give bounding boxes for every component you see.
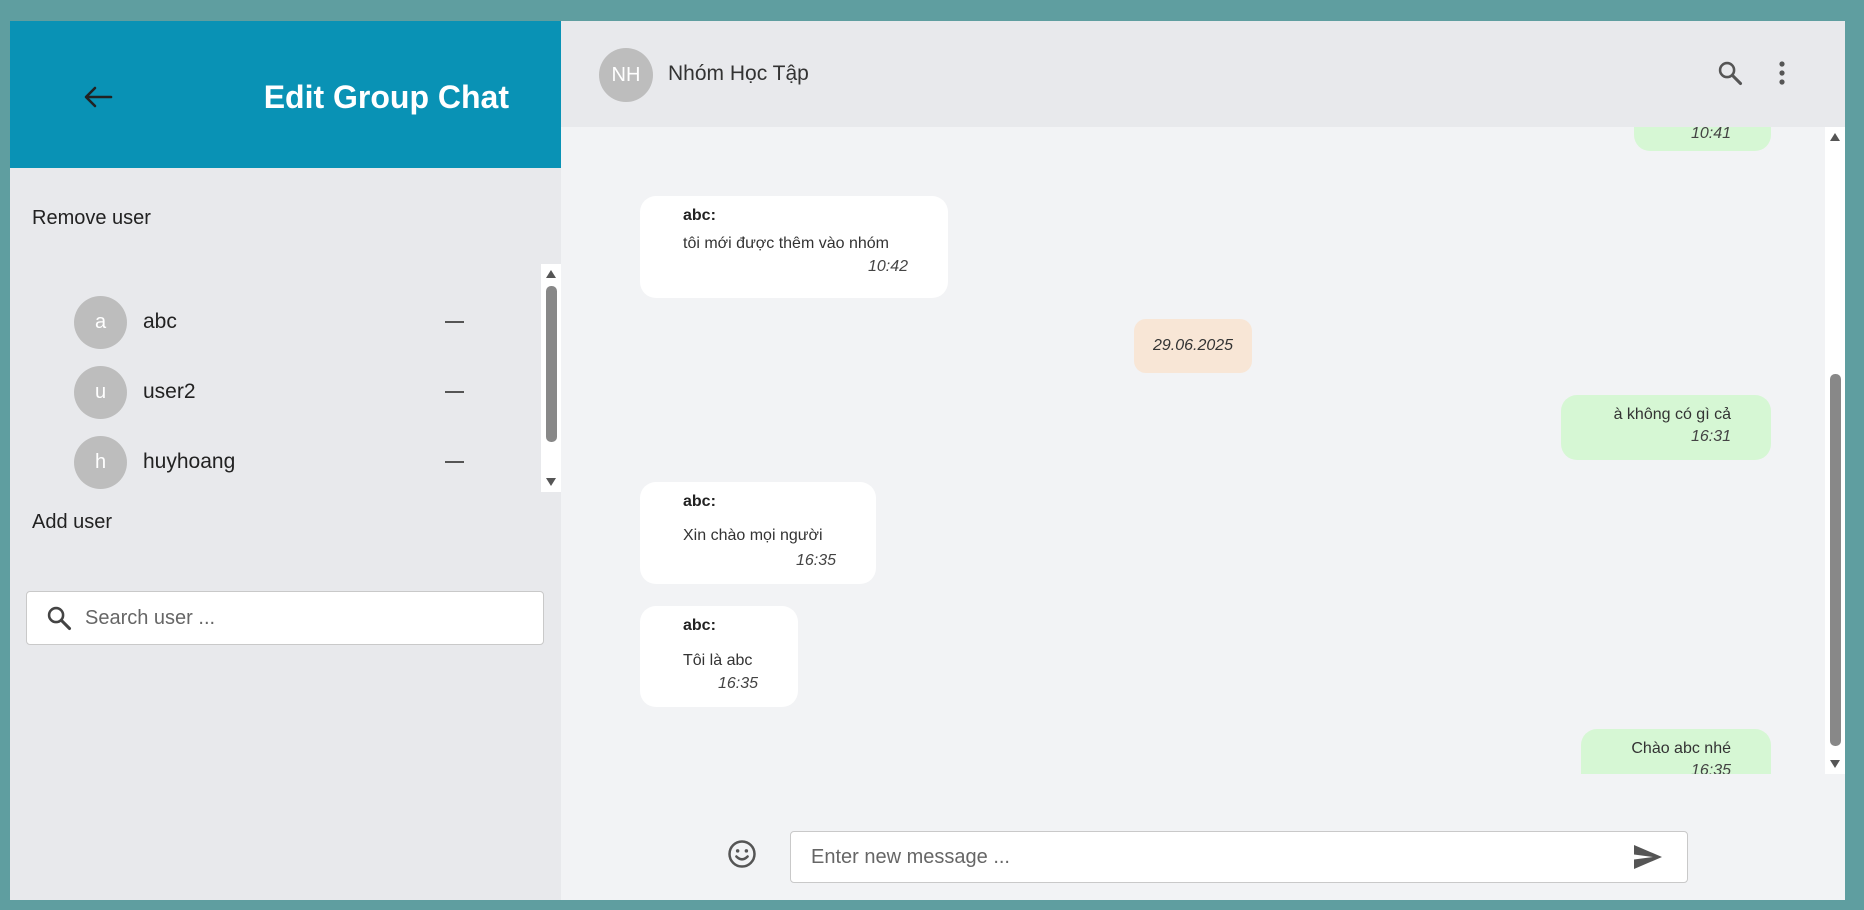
back-button[interactable] bbox=[74, 77, 122, 117]
minus-icon bbox=[444, 321, 464, 323]
member-item-user2: u user2 bbox=[74, 364, 474, 420]
message-text: à không có gì cả bbox=[1613, 406, 1731, 423]
member-name: user2 bbox=[143, 380, 196, 403]
member-list: a abc u user2 h huyhoang bbox=[10, 264, 561, 492]
search-icon bbox=[1718, 61, 1743, 86]
member-item-abc: a abc bbox=[74, 294, 474, 350]
message-text: Tôi là abc bbox=[683, 652, 753, 669]
message-sender: abc: bbox=[683, 207, 716, 224]
member-name: abc bbox=[143, 310, 177, 333]
chat-search-button[interactable] bbox=[1714, 57, 1746, 89]
message-bubble-outgoing: Chào abc nhé 16:35 bbox=[1581, 729, 1771, 774]
message-sender: abc: bbox=[683, 493, 716, 510]
edit-group-panel: Edit Group Chat Remove user a abc u user… bbox=[10, 21, 561, 900]
message-time: 10:42 bbox=[867, 258, 908, 275]
message-text: Chào abc nhé bbox=[1631, 740, 1731, 757]
search-user-input[interactable] bbox=[83, 605, 507, 631]
scrollbar-thumb[interactable] bbox=[546, 286, 557, 442]
message-field[interactable] bbox=[790, 831, 1688, 883]
message-bubble-incoming: abc: tôi mới được thêm vào nhóm 10:42 bbox=[640, 196, 948, 298]
avatar: a bbox=[74, 295, 127, 349]
remove-user-label: Remove user bbox=[32, 207, 151, 229]
member-name: huyhoang bbox=[143, 450, 236, 473]
member-item-huyhoang: h huyhoang bbox=[74, 434, 474, 490]
avatar: u bbox=[74, 365, 127, 419]
chat-avatar[interactable]: NH bbox=[599, 48, 653, 102]
message-sender: abc: bbox=[683, 617, 716, 634]
edit-group-title: Edit Group Chat bbox=[263, 79, 509, 115]
message-text: Xin chào mọi người bbox=[683, 527, 823, 544]
edit-group-header: Edit Group Chat bbox=[10, 21, 561, 168]
smiley-icon bbox=[728, 840, 756, 868]
message-bubble-incoming: abc: Xin chào mọi người 16:35 bbox=[640, 482, 876, 584]
date-separator: 29.06.2025 bbox=[1134, 319, 1252, 373]
member-list-scrollbar[interactable] bbox=[541, 264, 561, 492]
message-bubble-incoming: abc: Tôi là abc 16:35 bbox=[640, 606, 798, 707]
search-user-field[interactable] bbox=[26, 591, 544, 645]
message-time: 16:35 bbox=[1690, 762, 1731, 774]
remove-member-button[interactable] bbox=[442, 380, 466, 404]
message-bubble-outgoing: 10:41 bbox=[1634, 127, 1771, 151]
message-time: 10:41 bbox=[1690, 127, 1731, 142]
send-button[interactable] bbox=[1631, 842, 1665, 872]
message-bubble-outgoing: à không có gì cả 16:31 bbox=[1561, 395, 1771, 460]
message-list-scrollbar[interactable] bbox=[1825, 127, 1845, 774]
add-user-label: Add user bbox=[32, 511, 113, 533]
message-input[interactable] bbox=[809, 844, 1593, 870]
scroll-up-icon[interactable] bbox=[1830, 133, 1840, 141]
minus-icon bbox=[444, 461, 464, 463]
chat-panel: NH Nhóm Học Tập 10:41 abc: tôi mới được … bbox=[561, 21, 1845, 900]
message-time: 16:35 bbox=[795, 552, 836, 569]
chat-header: NH Nhóm Học Tập bbox=[561, 21, 1845, 127]
scroll-down-icon[interactable] bbox=[546, 478, 556, 486]
minus-icon bbox=[444, 391, 464, 393]
more-options-button[interactable] bbox=[1766, 57, 1798, 89]
remove-member-button[interactable] bbox=[442, 450, 466, 474]
remove-member-button[interactable] bbox=[442, 310, 466, 334]
message-composer bbox=[561, 774, 1845, 900]
message-list: 10:41 abc: tôi mới được thêm vào nhóm 10… bbox=[561, 127, 1845, 774]
send-icon bbox=[1634, 845, 1662, 869]
emoji-button[interactable] bbox=[726, 838, 758, 870]
app-window: Edit Group Chat Remove user a abc u user… bbox=[10, 21, 1845, 900]
avatar: h bbox=[74, 435, 127, 489]
message-text: tôi mới được thêm vào nhóm bbox=[683, 235, 889, 252]
scrollbar-thumb[interactable] bbox=[1830, 374, 1841, 746]
more-vert-icon bbox=[1779, 61, 1785, 85]
chat-name[interactable]: Nhóm Học Tập bbox=[668, 62, 809, 86]
scroll-down-icon[interactable] bbox=[1830, 760, 1840, 768]
search-icon bbox=[47, 606, 72, 631]
arrow-left-icon bbox=[84, 86, 113, 108]
message-time: 16:31 bbox=[1690, 428, 1731, 445]
scroll-up-icon[interactable] bbox=[546, 270, 556, 278]
message-time: 16:35 bbox=[717, 675, 758, 692]
